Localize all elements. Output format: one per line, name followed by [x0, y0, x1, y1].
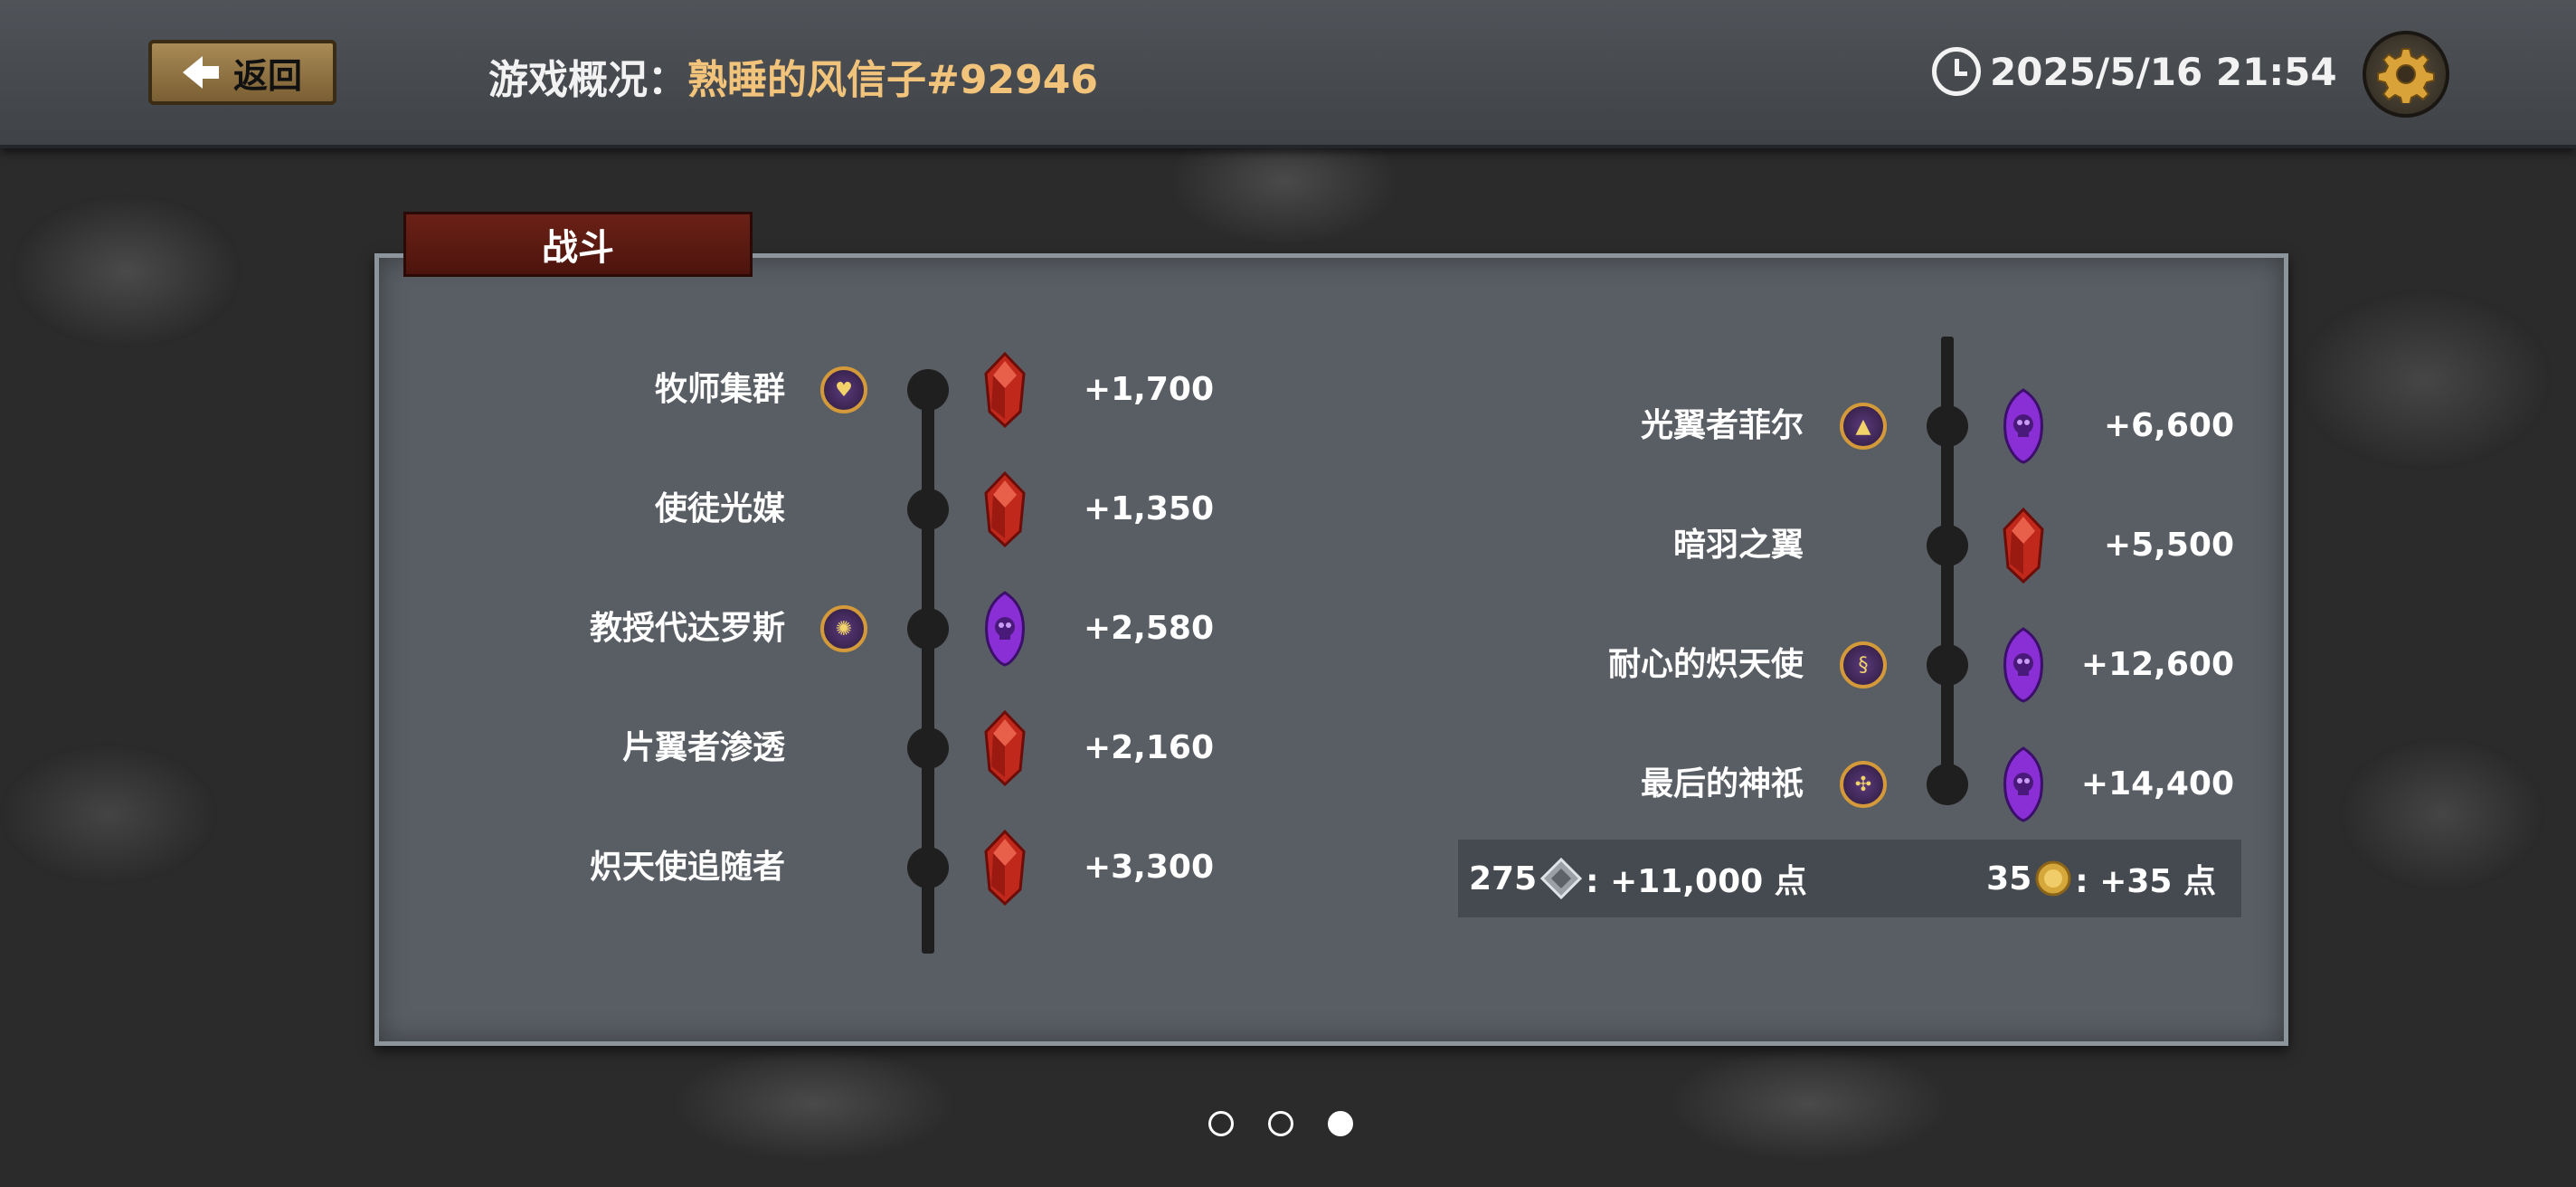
coin-points: : +35 点	[2075, 863, 2216, 900]
page-title: 游戏概况： 熟睡的风信子#92946	[488, 47, 1098, 105]
page-dot-3[interactable]	[1328, 1111, 1353, 1136]
boss-row: 最后的神祇	[0, 757, 1804, 812]
top-bar: 返回 游戏概况： 熟睡的风信子#92946 2025/5/16 21:54	[0, 0, 2576, 148]
gear-icon	[2377, 48, 2435, 103]
crystal-count: 275	[1469, 859, 1538, 897]
tab-combat[interactable]: 战斗	[403, 212, 753, 277]
timeline-node	[1927, 405, 1968, 447]
page-dot-2[interactable]	[1268, 1111, 1293, 1136]
coin-icon	[2035, 860, 2071, 897]
score-value: +3,300	[1083, 849, 1214, 886]
player-name: 熟睡的风信子#92946	[687, 57, 1098, 103]
boss-name: 暗羽之翼	[1672, 527, 1804, 564]
clock-icon	[1932, 47, 1981, 96]
back-button[interactable]: 返回	[148, 40, 336, 105]
score-value: +12,600	[2080, 646, 2234, 683]
timeline-node	[1927, 644, 1968, 686]
swirl-badge-icon: §	[1840, 641, 1887, 688]
octopus-badge-icon: ✣	[1840, 761, 1887, 808]
settings-button[interactable]	[2363, 31, 2449, 118]
coin-count: 35	[1986, 859, 2032, 897]
score-value: +5,500	[2103, 527, 2234, 564]
purple-gem-icon	[2001, 388, 2046, 468]
timeline-node	[1927, 764, 1968, 805]
timeline-node	[907, 847, 949, 888]
timeline-node	[1927, 525, 1968, 566]
purple-gem-icon	[2001, 627, 2046, 707]
boss-row: 暗羽之翼	[0, 518, 1804, 573]
boss-row: 耐心的炽天使	[0, 638, 1804, 692]
summary-bar: 275 : +11,000 点 35 : +35 点	[1458, 840, 2241, 917]
summary-coin: 35 : +35 点	[1986, 855, 2216, 902]
summary-crystal: 275 : +11,000 点	[1469, 855, 1807, 902]
datetime-display: 2025/5/16 21:54	[1932, 47, 2337, 96]
back-arrow-icon	[182, 56, 219, 89]
score-value: +14,400	[2080, 765, 2234, 802]
tab-combat-label: 战斗	[542, 227, 614, 269]
title-label: 游戏概况：	[488, 57, 687, 103]
boss-name: 炽天使追随者	[589, 849, 785, 886]
boss-name: 光翼者菲尔	[1640, 407, 1804, 444]
boss-row: 光翼者菲尔	[0, 399, 1804, 453]
crystal-points: : +11,000 点	[1586, 863, 1807, 900]
crystal-icon	[1540, 858, 1583, 899]
boss-name: 最后的神祇	[1640, 765, 1804, 802]
boss-name: 耐心的炽天使	[1607, 646, 1804, 683]
red-gem-icon	[982, 829, 1028, 909]
datetime-text: 2025/5/16 21:54	[1990, 49, 2337, 94]
red-gem-icon	[2001, 507, 2046, 587]
boss-row: 炽天使追随者	[0, 840, 785, 895]
score-value: +6,600	[2103, 407, 2234, 444]
triangle-badge-icon: ▲	[1840, 403, 1887, 450]
page-dot-1[interactable]	[1208, 1111, 1234, 1136]
back-button-label: 返回	[232, 55, 302, 96]
page-indicator	[1208, 1111, 1353, 1136]
purple-gem-icon	[2001, 746, 2046, 826]
